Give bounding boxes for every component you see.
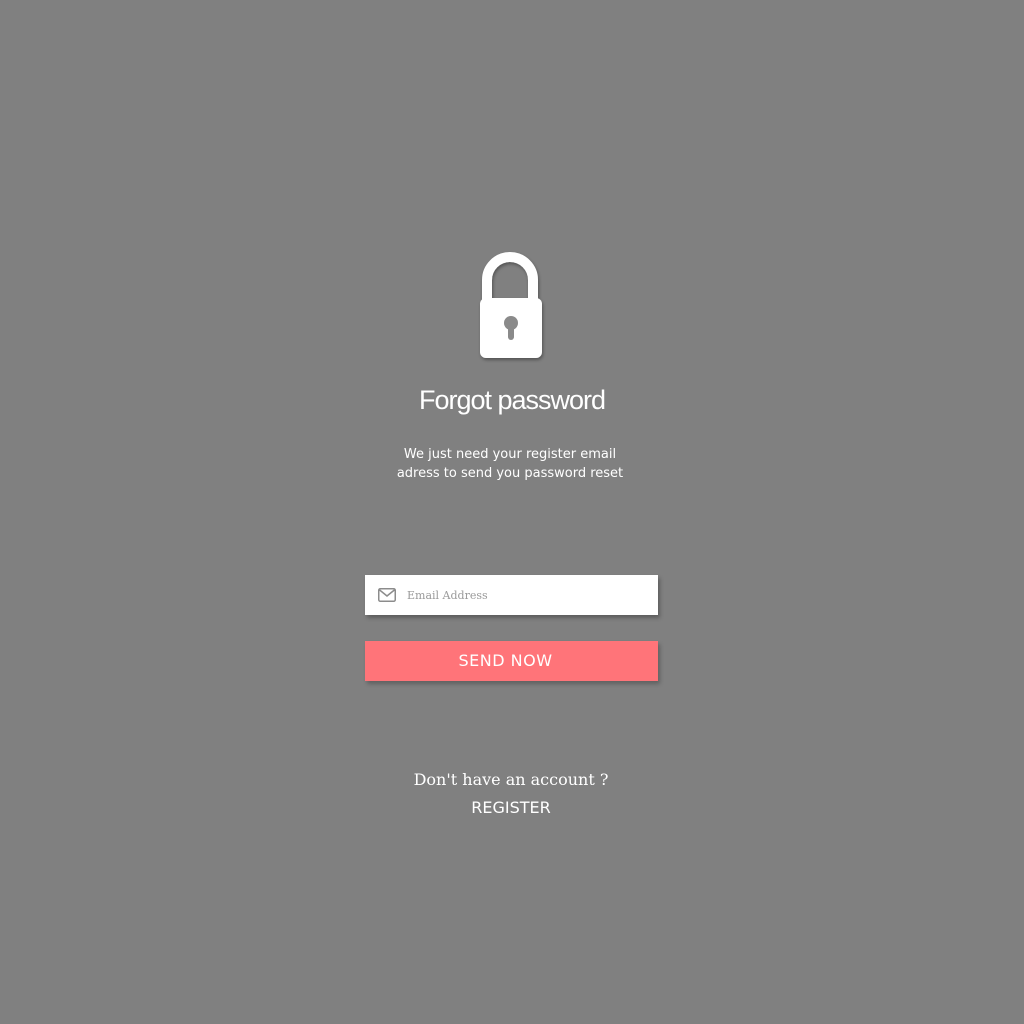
lock-icon — [474, 252, 548, 364]
page-title: Forgot password — [418, 385, 606, 415]
register-link[interactable]: REGISTER — [0, 796, 1022, 820]
subtitle-line: adress to send you password reset — [396, 466, 624, 481]
email-input[interactable] — [407, 588, 637, 602]
page-subtitle: We just need your register email adress … — [362, 445, 658, 483]
email-field[interactable] — [365, 575, 658, 615]
subtitle-line: We just need your register email — [403, 447, 617, 462]
send-now-button[interactable]: SEND NOW — [365, 641, 658, 681]
send-now-label: SEND NOW — [458, 651, 553, 670]
envelope-icon — [378, 588, 396, 602]
no-account-prompt: Don't have an account ? — [413, 770, 609, 789]
